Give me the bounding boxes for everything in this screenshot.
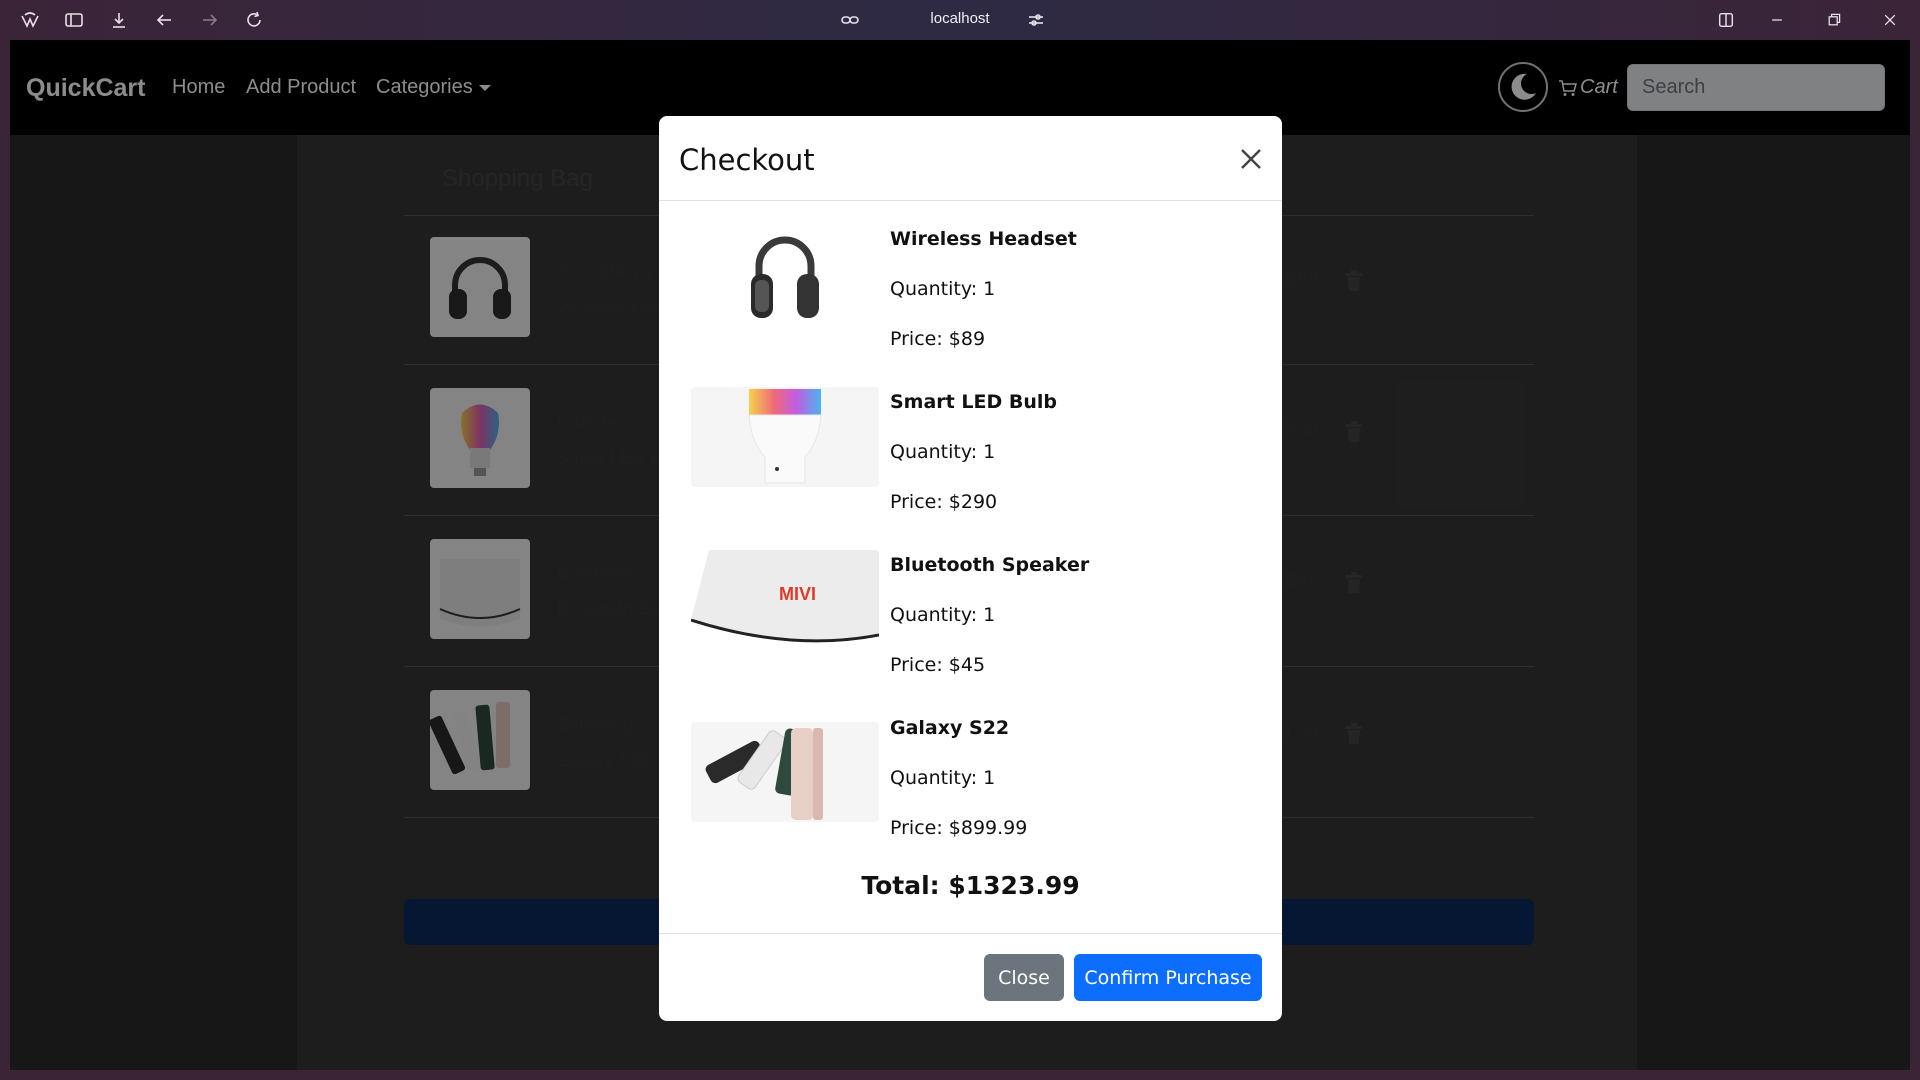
restore-icon[interactable] bbox=[1820, 6, 1848, 34]
checkout-total: Total: $1323.99 bbox=[861, 871, 1080, 900]
checkout-item-price: Price: $290 bbox=[890, 491, 998, 513]
checkout-item-quantity: Quantity: 1 bbox=[890, 767, 996, 789]
speaker-logo: MIVI bbox=[779, 584, 816, 604]
speaker-image: MIVI bbox=[691, 550, 879, 650]
sidebar-toggle-icon[interactable] bbox=[60, 6, 88, 34]
address-bar-url[interactable]: localhost bbox=[0, 0, 1920, 40]
reload-icon[interactable] bbox=[240, 6, 268, 34]
browser-logo-icon[interactable] bbox=[16, 6, 44, 34]
checkout-item-price: Price: $89 bbox=[890, 328, 986, 350]
split-view-icon[interactable] bbox=[1712, 6, 1740, 34]
checkout-item-name: Wireless Headset bbox=[890, 228, 1077, 250]
confirm-purchase-button[interactable]: Confirm Purchase bbox=[1074, 954, 1262, 1001]
site-settings-icon[interactable] bbox=[1022, 6, 1050, 34]
modal-footer: Close Confirm Purchase bbox=[659, 933, 1282, 1021]
checkout-item-name: Bluetooth Speaker bbox=[890, 554, 1090, 576]
modal-title: Checkout bbox=[679, 143, 815, 177]
checkout-item-quantity: Quantity: 1 bbox=[890, 278, 996, 300]
minimize-icon[interactable] bbox=[1763, 6, 1791, 34]
checkout-item-quantity: Quantity: 1 bbox=[890, 604, 996, 626]
phone-image bbox=[691, 722, 879, 822]
headphones-image bbox=[691, 224, 879, 324]
checkout-item-price: Price: $899.99 bbox=[890, 817, 1028, 839]
checkout-item-name: Galaxy S22 bbox=[890, 717, 1010, 739]
led-bulb-image bbox=[691, 387, 879, 487]
browser-chrome: localhost bbox=[0, 0, 1920, 40]
back-arrow-icon[interactable] bbox=[150, 6, 178, 34]
close-icon[interactable] bbox=[1236, 144, 1266, 174]
page-viewport: QuickCart Home Add Product Categories Ca… bbox=[10, 40, 1910, 1070]
link-icon[interactable] bbox=[836, 6, 864, 34]
checkout-item-quantity: Quantity: 1 bbox=[890, 441, 996, 463]
forward-arrow-icon[interactable] bbox=[196, 6, 224, 34]
modal-header: Checkout bbox=[659, 116, 1282, 201]
download-icon[interactable] bbox=[105, 6, 133, 34]
checkout-item-price: Price: $45 bbox=[890, 654, 986, 676]
close-button[interactable]: Close bbox=[984, 954, 1064, 1001]
checkout-modal: Checkout Wireless Headset Quantity: 1 Pr… bbox=[659, 116, 1282, 1021]
window-close-icon[interactable] bbox=[1876, 6, 1904, 34]
checkout-item-name: Smart LED Bulb bbox=[890, 391, 1057, 413]
